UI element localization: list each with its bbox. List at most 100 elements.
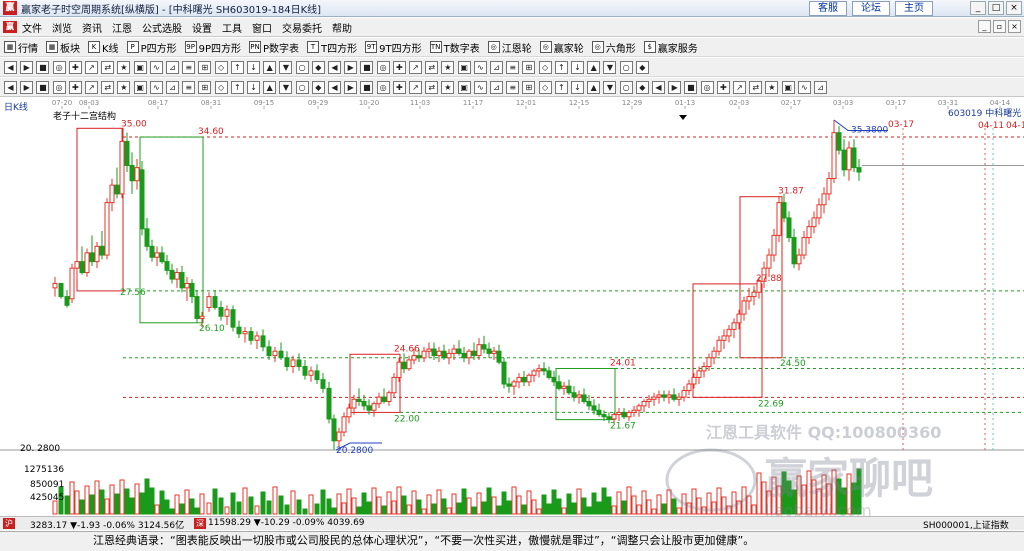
tool-icon-0[interactable]: ◀ (4, 61, 17, 74)
mdi-close-button[interactable]: × (1008, 20, 1021, 33)
tool-icon-38[interactable]: ○ (619, 61, 633, 74)
tool-icon-29[interactable]: ∿ (473, 81, 487, 94)
tool-icon-19[interactable]: ◆ (311, 61, 325, 74)
tool-icon-24[interactable]: ✚ (392, 61, 406, 74)
tool-icon-28[interactable]: ▣ (457, 61, 471, 74)
tool-icon-48[interactable]: ▣ (781, 81, 795, 94)
tool-icon-29[interactable]: ∿ (473, 61, 487, 74)
tool-icon-33[interactable]: ◇ (538, 81, 552, 94)
tool-icon-21[interactable]: ▶ (344, 61, 358, 74)
tool-icon-1[interactable]: ▶ (20, 81, 34, 94)
tool-icon-14[interactable]: ↑ (230, 61, 244, 74)
tool-icon-39[interactable]: ◆ (635, 81, 649, 94)
tool-icon-3[interactable]: ◎ (52, 61, 66, 74)
tool-icon-19[interactable]: ◆ (311, 81, 325, 94)
tool-icon-34[interactable]: ↑ (554, 61, 568, 74)
tool-icon-36[interactable]: ▲ (587, 81, 601, 94)
tool-icon-42[interactable]: ■ (684, 81, 698, 94)
tool-icon-40[interactable]: ◀ (652, 81, 665, 94)
tool-icon-21[interactable]: ▶ (344, 81, 358, 94)
menu-file[interactable]: 文件 (22, 20, 42, 35)
tool-icon-25[interactable]: ↗ (409, 81, 422, 94)
tool-icon-41[interactable]: ▶ (668, 81, 682, 94)
tool-icon-9[interactable]: ∿ (149, 61, 163, 74)
tool-icon-26[interactable]: ⇄ (425, 61, 439, 74)
tool-icon-23[interactable]: ◎ (376, 81, 390, 94)
tool-icon-0[interactable]: ◀ (4, 81, 17, 94)
toolbar-button-8[interactable]: TN T数字表 (429, 40, 480, 55)
tool-icon-30[interactable]: ⊿ (490, 81, 503, 94)
tool-icon-35[interactable]: ↓ (571, 81, 584, 94)
tool-icon-37[interactable]: ▼ (603, 81, 617, 94)
tool-icon-1[interactable]: ▶ (20, 61, 34, 74)
tool-icon-10[interactable]: ⊿ (166, 61, 179, 74)
tool-icon-15[interactable]: ↓ (247, 61, 260, 74)
tool-icon-2[interactable]: ■ (36, 61, 50, 74)
toolbar-button-12[interactable]: $ 赢家服务 (643, 40, 698, 55)
tool-icon-16[interactable]: ▲ (263, 81, 277, 94)
tool-icon-4[interactable]: ✚ (68, 61, 82, 74)
toolbar-button-7[interactable]: 9T 9T四方形 (365, 40, 422, 55)
menu-settings[interactable]: 设置 (192, 20, 212, 35)
tool-icon-27[interactable]: ★ (441, 61, 455, 74)
tool-icon-5[interactable]: ↗ (85, 61, 98, 74)
tool-icon-17[interactable]: ▼ (279, 61, 293, 74)
menu-gann[interactable]: 江恩 (112, 20, 132, 35)
tool-icon-10[interactable]: ⊿ (166, 81, 179, 94)
tool-icon-5[interactable]: ↗ (85, 81, 98, 94)
link-home[interactable]: 主页 (895, 1, 933, 16)
menu-help[interactable]: 帮助 (332, 20, 352, 35)
tool-icon-2[interactable]: ■ (36, 81, 50, 94)
tool-icon-31[interactable]: ≡ (506, 61, 520, 74)
tool-icon-34[interactable]: ↑ (554, 81, 568, 94)
tool-icon-33[interactable]: ◇ (538, 61, 552, 74)
tool-icon-32[interactable]: ⊞ (522, 81, 536, 94)
link-forum[interactable]: 论坛 (852, 1, 890, 16)
close-button[interactable]: × (1006, 1, 1022, 15)
tool-icon-7[interactable]: ★ (117, 61, 131, 74)
tool-icon-12[interactable]: ⊞ (198, 61, 212, 74)
tool-icon-27[interactable]: ★ (441, 81, 455, 94)
tool-icon-13[interactable]: ◇ (214, 61, 228, 74)
toolbar-button-4[interactable]: 9P 9P四方形 (184, 40, 241, 55)
tool-icon-6[interactable]: ⇄ (101, 81, 115, 94)
minimize-button[interactable]: _ (970, 1, 986, 15)
chart-area[interactable]: 07-20 08-03 08-17 08-31 09-15 09-29 10-20 11-03… (0, 98, 1024, 520)
tool-icon-9[interactable]: ∿ (149, 81, 163, 94)
tool-icon-25[interactable]: ↗ (409, 61, 422, 74)
tool-icon-14[interactable]: ↑ (230, 81, 244, 94)
toolbar-button-6[interactable]: T T四方形 (307, 40, 357, 55)
tool-icon-46[interactable]: ⇄ (749, 81, 763, 94)
toolbar-button-9[interactable]: ◎ 江恩轮 (487, 40, 532, 55)
tool-icon-22[interactable]: ■ (360, 81, 374, 94)
tool-icon-18[interactable]: ○ (295, 61, 309, 74)
tool-icon-39[interactable]: ◆ (635, 61, 649, 74)
tool-icon-45[interactable]: ↗ (733, 81, 746, 94)
maximize-button[interactable]: □ (988, 1, 1004, 15)
tool-icon-18[interactable]: ○ (295, 81, 309, 94)
tool-icon-8[interactable]: ▣ (133, 61, 147, 74)
tool-icon-7[interactable]: ★ (117, 81, 131, 94)
toolbar-button-1[interactable]: ▦ 板块 (46, 40, 80, 55)
menu-window[interactable]: 窗口 (252, 20, 272, 35)
menu-browse[interactable]: 浏览 (52, 20, 72, 35)
menu-info[interactable]: 资讯 (82, 20, 102, 35)
mdi-minimize-button[interactable]: _ (978, 20, 991, 33)
tool-icon-50[interactable]: ⊿ (814, 81, 827, 94)
kline-chart[interactable]: 07-20 08-03 08-17 08-31 09-15 09-29 10-20 11-03… (0, 98, 1024, 520)
tool-icon-12[interactable]: ⊞ (198, 81, 212, 94)
toolbar-button-2[interactable]: K K线 (88, 40, 119, 55)
tool-icon-3[interactable]: ◎ (52, 81, 66, 94)
tool-icon-43[interactable]: ◎ (700, 81, 714, 94)
tool-icon-11[interactable]: ≡ (182, 81, 196, 94)
toolbar-button-10[interactable]: ◎ 赢家轮 (539, 40, 584, 55)
tool-icon-47[interactable]: ★ (765, 81, 779, 94)
tool-icon-8[interactable]: ▣ (133, 81, 147, 94)
menu-trade[interactable]: 交易委托 (282, 20, 322, 35)
tool-icon-30[interactable]: ⊿ (490, 61, 503, 74)
toolbar-button-11[interactable]: ◎ 六角形 (591, 40, 636, 55)
toolbar-button-3[interactable]: P P四方形 (126, 40, 177, 55)
tool-icon-17[interactable]: ▼ (279, 81, 293, 94)
tool-icon-24[interactable]: ✚ (392, 81, 406, 94)
mdi-restore-button[interactable]: ▫ (993, 20, 1006, 33)
